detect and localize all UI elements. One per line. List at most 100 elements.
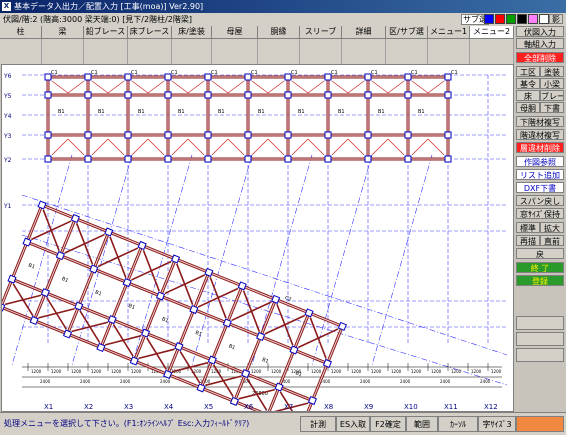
beam-label: B1: [338, 109, 345, 115]
color-swatch-black[interactable]: [517, 14, 527, 24]
tool-slot[interactable]: [258, 39, 300, 64]
dimension-text: 2400: [400, 379, 411, 384]
register-button[interactable]: 登録: [516, 275, 564, 286]
tool-slot[interactable]: [42, 39, 84, 64]
paint-button[interactable]: 塗装: [540, 66, 564, 77]
font-size-button[interactable]: 字ｻｲｽﾞ3: [478, 416, 516, 432]
zoom-in-button[interactable]: 拡大: [540, 222, 564, 233]
color-swatch-blue[interactable]: [484, 14, 494, 24]
tab-beam[interactable]: 梁: [42, 26, 84, 38]
tool-slot[interactable]: [342, 39, 386, 64]
base-button[interactable]: 基令: [516, 78, 540, 89]
beam-label: B1: [27, 263, 35, 271]
column-marker: [85, 132, 91, 138]
column-marker: [45, 156, 51, 162]
drawing-canvas[interactable]: 1200120012001200120012001200120012001200…: [1, 64, 514, 412]
color-swatch-green[interactable]: [506, 14, 516, 24]
brace-line: [412, 139, 428, 155]
tab-purlin[interactable]: 母屋: [212, 26, 258, 38]
floor-button[interactable]: 床: [516, 90, 540, 101]
tab-floor-brace[interactable]: 床ブレース: [128, 26, 172, 38]
tab-vertical-brace[interactable]: 鉛ブレース: [84, 26, 128, 38]
f2-confirm-button[interactable]: F2確定: [370, 416, 406, 432]
previous-view-button[interactable]: 直前: [540, 235, 564, 246]
tool-slot[interactable]: [470, 39, 514, 64]
redraw-button[interactable]: 再描: [516, 235, 540, 246]
es-input-button[interactable]: ES入取: [336, 416, 370, 432]
undo-button[interactable]: 戻: [516, 248, 564, 259]
tab-detail[interactable]: 詳細: [342, 26, 386, 38]
x-axis-label: X12: [484, 403, 498, 411]
tab-column[interactable]: 柱: [0, 26, 42, 38]
column-marker: [445, 92, 451, 98]
range-button[interactable]: 範囲: [406, 416, 438, 432]
tool-slot[interactable]: [0, 39, 42, 64]
column-marker: [309, 397, 317, 405]
tab-sleeve[interactable]: スリーブ: [300, 26, 342, 38]
tool-slot[interactable]: [84, 39, 128, 64]
tool-slot[interactable]: [212, 39, 258, 64]
purlin-girt-button[interactable]: 母胴: [516, 102, 540, 113]
column-marker: [365, 132, 371, 138]
brace-button[interactable]: ブレース: [540, 90, 564, 101]
tab-girt[interactable]: 胴縁: [258, 26, 300, 38]
tool-slot[interactable]: [428, 39, 470, 64]
tool-slot[interactable]: [128, 39, 172, 64]
color-swatch-red[interactable]: [495, 14, 505, 24]
tool-slot[interactable]: [300, 39, 342, 64]
dimension-text: 2400: [480, 379, 491, 384]
dimension-text: 1200: [51, 369, 62, 374]
span-revert-button[interactable]: スパン戻し: [516, 195, 564, 206]
column-label: C1: [91, 70, 98, 76]
copy-other-floor-button[interactable]: 階違材複写: [516, 129, 564, 140]
tab-floor-paint[interactable]: 床/塗装: [172, 26, 212, 38]
column-marker: [405, 132, 411, 138]
tool-strip: [0, 39, 514, 64]
color-swatch-pink[interactable]: [528, 14, 538, 24]
x-axis-label: X3: [124, 403, 133, 411]
brace-line: [212, 81, 228, 93]
elevation-input-button[interactable]: 軸組入力: [516, 38, 564, 49]
column-marker: [64, 330, 72, 338]
standard-view-button[interactable]: 標準: [516, 222, 540, 233]
brace-line: [268, 139, 284, 155]
copy-lower-floor-button[interactable]: 下階材複写: [516, 116, 564, 127]
tab-menu-2[interactable]: メニュー2: [470, 26, 514, 38]
delete-layer-button[interactable]: 層違材削除: [516, 142, 564, 153]
beam-label: B1: [194, 330, 202, 338]
column-marker: [325, 156, 331, 162]
keep-window-size-button[interactable]: 窓ｻｲｽﾞ保持: [516, 208, 564, 219]
cursor-button[interactable]: ｶｰｿﾙ: [438, 416, 478, 432]
column-marker: [165, 132, 171, 138]
tool-slot[interactable]: [386, 39, 428, 64]
column-marker: [245, 132, 251, 138]
floor-plan-drawing[interactable]: 1200120012001200120012001200120012001200…: [2, 65, 513, 411]
plan-input-button[interactable]: 伏図入力: [516, 26, 564, 37]
dxf-draft-button[interactable]: DXF下書: [516, 182, 564, 193]
color-swatch-white[interactable]: [539, 14, 549, 24]
small-beam-button[interactable]: 小梁: [540, 78, 564, 89]
brace-line: [252, 81, 268, 93]
drawing-reference-button[interactable]: 作図参照: [516, 156, 564, 167]
dimension-text: 1200: [491, 369, 502, 374]
brace-line: [228, 81, 244, 93]
tab-menu-1[interactable]: メニュー1: [428, 26, 470, 38]
add-list-button[interactable]: リスト追加: [516, 169, 564, 180]
zone-button[interactable]: 工区: [516, 66, 540, 77]
column-marker: [325, 92, 331, 98]
measure-button[interactable]: 計測: [300, 416, 336, 432]
beam-label: B1: [94, 289, 102, 297]
brace-line: [68, 139, 84, 155]
column-marker: [125, 132, 131, 138]
shadow-toggle[interactable]: 影: [549, 14, 563, 24]
draft-button[interactable]: 下書: [540, 102, 564, 113]
brace-line: [332, 81, 348, 93]
window-title: 基本データ入出力／配置入力 [工事(moa)] Ver2.90]: [14, 0, 203, 13]
delete-all-button[interactable]: 全部削除: [516, 52, 564, 63]
x-axis-label: X11: [444, 403, 458, 411]
tab-zone-sub[interactable]: 区/サブ選: [386, 26, 428, 38]
column-marker: [97, 344, 105, 352]
tool-slot[interactable]: [172, 39, 212, 64]
exit-button[interactable]: 終 了: [516, 262, 564, 273]
brace-line: [108, 139, 124, 155]
